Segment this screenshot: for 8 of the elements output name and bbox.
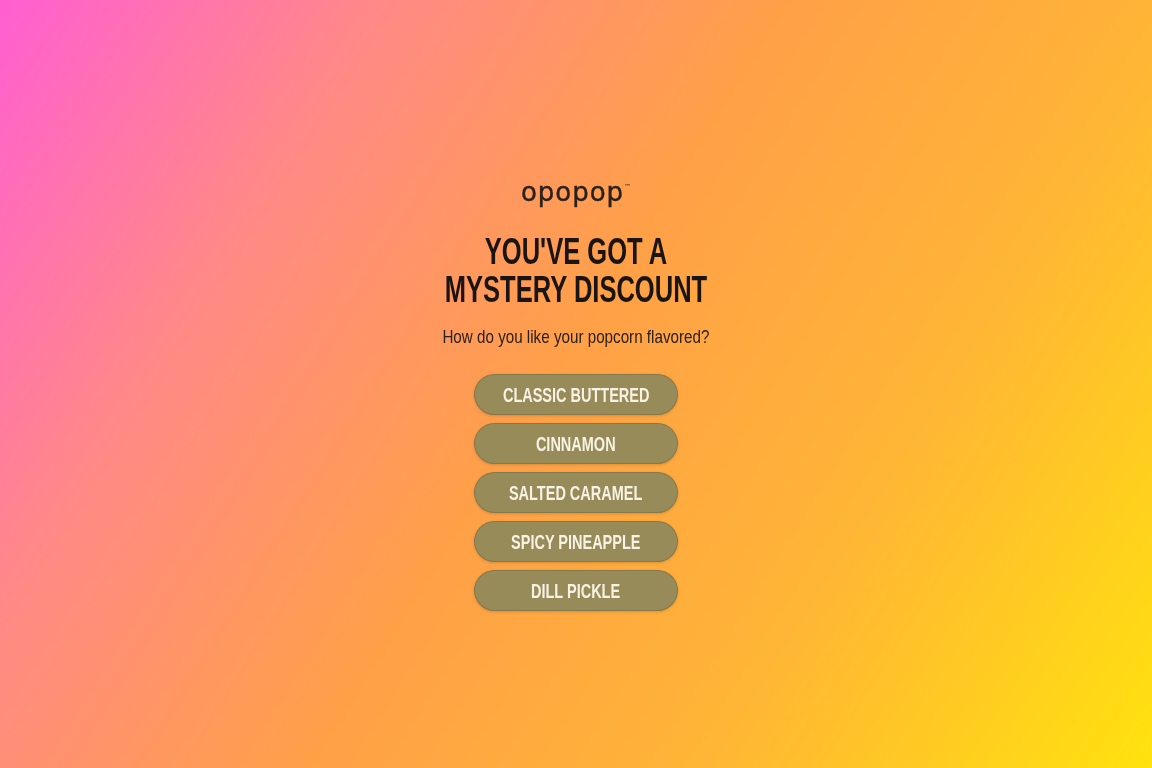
flavor-option-button[interactable]: SALTED CARAMEL xyxy=(474,472,678,513)
flavor-option-button[interactable]: CLASSIC BUTTERED xyxy=(474,374,678,415)
headline: YOU'VE GOT A MYSTERY DISCOUNT xyxy=(443,233,709,309)
question-text: How do you like your popcorn flavored? xyxy=(442,325,710,349)
flavor-option-button[interactable]: CINNAMON xyxy=(474,423,678,464)
flavor-option-button[interactable]: DILL PICKLE xyxy=(474,570,678,611)
brand-logo: opopop$^{™}$ xyxy=(520,176,632,207)
flavor-option-button[interactable]: SPICY PINEAPPLE xyxy=(474,521,678,562)
